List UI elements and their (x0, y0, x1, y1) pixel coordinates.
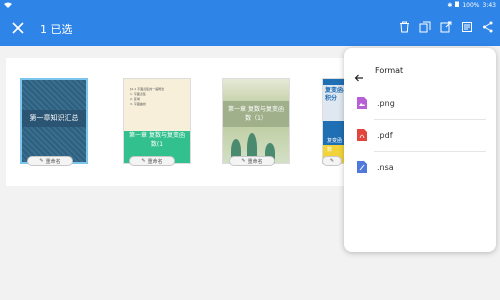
format-option-pdf[interactable]: .pdf (356, 124, 486, 146)
back-arrow-icon[interactable] (354, 68, 364, 82)
format-menu: Format .png .pdf .nsa (344, 48, 496, 252)
rename-button-4[interactable]: ✎ (322, 156, 342, 166)
battery-icon (455, 1, 460, 9)
format-option-nsa[interactable]: .nsa (356, 156, 486, 178)
toolbar-actions (398, 21, 494, 33)
notebook-cover-1[interactable]: 第一章知识汇总 (20, 78, 88, 164)
pencil-icon: ✎ (241, 158, 246, 164)
app-bar: 1 已选 (0, 11, 500, 46)
rename-label: 重命名 (247, 158, 263, 165)
format-menu-title: Format (375, 66, 404, 75)
bluetooth-icon: ✱ (447, 1, 453, 9)
close-icon[interactable] (11, 20, 25, 34)
pencil-icon: ✎ (141, 158, 146, 164)
pencil-icon: ✎ (329, 158, 335, 164)
delete-icon[interactable] (398, 21, 410, 33)
rename-label: 重命名 (147, 158, 163, 165)
status-right: ✱ 100% 3:43 (447, 1, 496, 9)
share-icon[interactable] (482, 21, 494, 33)
notebook-title: 复变函数 (327, 138, 343, 153)
page-title: 1 已选 (40, 23, 73, 36)
rename-button-2[interactable]: ✎ 重命名 (129, 156, 175, 166)
format-option-label: .pdf (377, 130, 393, 140)
rename-label: 重命名 (45, 158, 61, 165)
note-file-icon (356, 161, 367, 174)
format-option-png[interactable]: .png (356, 92, 486, 114)
divider (374, 151, 486, 152)
battery-level: 100% (462, 1, 480, 9)
cover-page-text: §1.1 平面点集的一般概念 1. 平面点集 2. 区域 3. 平面曲线 (130, 87, 165, 106)
divider (374, 119, 486, 120)
rename-button-1[interactable]: ✎ 重命名 (27, 156, 73, 166)
image-file-icon (356, 97, 367, 110)
format-option-label: .png (377, 98, 395, 108)
copy-icon[interactable] (419, 21, 431, 33)
export-icon[interactable] (440, 21, 452, 33)
status-bar: ✱ 100% 3:43 (0, 0, 500, 11)
pdf-file-icon (356, 129, 367, 142)
document-icon[interactable] (461, 21, 473, 33)
notebook-cover-3[interactable]: 第一章 复数与复变函数（1） (222, 78, 290, 164)
notebook-title: 第一章知识汇总 (22, 110, 86, 127)
notebook-title: 第一章 复数与复变函数(1 (129, 132, 185, 148)
rename-button-3[interactable]: ✎ 重命名 (229, 156, 275, 166)
pencil-icon: ✎ (39, 158, 44, 164)
clock: 3:43 (482, 1, 496, 9)
format-option-label: .nsa (377, 162, 394, 172)
notebook-title: 第一章 复数与复变函数（1） (228, 106, 284, 122)
wifi-icon (4, 2, 12, 10)
notebook-cover-2[interactable]: §1.1 平面点集的一般概念 1. 平面点集 2. 区域 3. 平面曲线 第一章… (123, 78, 191, 164)
